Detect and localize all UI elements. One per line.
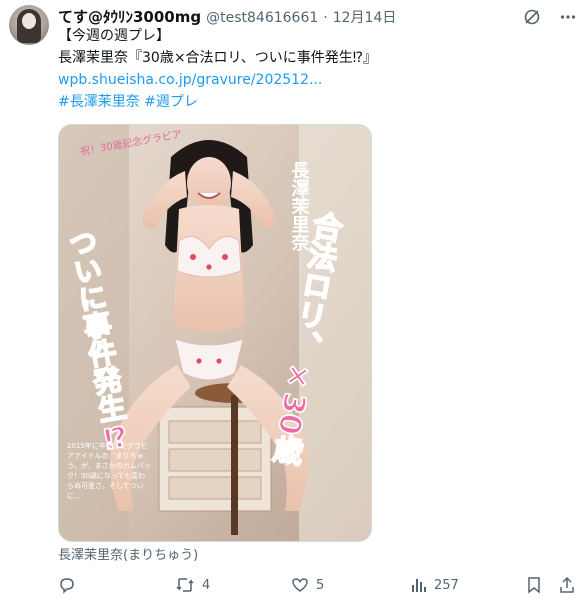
user-handle[interactable]: @test84616661: [206, 10, 318, 26]
share-button[interactable]: [558, 573, 576, 597]
action-bar: 4 5 257: [58, 573, 578, 597]
avatar[interactable]: [9, 5, 49, 45]
tweet-header: てす@ﾀｳﾘﾝ3000mg @test84616661 · 12月14日: [58, 6, 396, 26]
reply-icon: [60, 578, 74, 594]
views-count: 257: [434, 577, 459, 593]
reply-button[interactable]: [58, 573, 83, 597]
media-alt-text: 長澤茉里奈(まりちゅう): [58, 548, 199, 563]
tweet-link[interactable]: wpb.shueisha.co.jp/gravure/202512...: [58, 69, 568, 91]
retweet-icon: [176, 578, 194, 592]
avatar-face: [22, 13, 36, 29]
tweet-line-title: 長澤茉里奈『30歳×合法ロリ、ついに事件発生⁉』: [58, 50, 377, 66]
share-icon: [560, 576, 574, 593]
bookmark-button[interactable]: [526, 573, 542, 597]
media-illustration: 祝！30歳記念グラビア 長澤茉里奈 合法ロリ、×30歳 ついに事件発生⁉ 201…: [59, 125, 371, 541]
tweet-date[interactable]: 12月14日: [333, 7, 397, 27]
tweet-line-heading: 【今週の週プレ】: [58, 28, 170, 44]
like-button[interactable]: 5: [291, 573, 324, 597]
like-icon: [292, 578, 308, 592]
header-icons: [523, 8, 577, 26]
caption-small: 2015年に卒業したグラビアアイドルの〝まりちゅう〟が、まさかのカムバック！30…: [67, 442, 151, 500]
like-count: 5: [316, 577, 325, 593]
more-icon[interactable]: [559, 8, 577, 26]
views-icon: [412, 579, 426, 592]
media-image[interactable]: 祝！30歳記念グラビア 長澤茉里奈 合法ロリ、×30歳 ついに事件発生⁉ 201…: [58, 124, 372, 542]
separator-dot: ·: [323, 10, 328, 26]
retweet-button[interactable]: 4: [175, 573, 210, 597]
views-button[interactable]: 257: [409, 573, 459, 597]
grok-icon[interactable]: [523, 8, 541, 26]
tweet-hashtags[interactable]: #長澤茉里奈 #週プレ: [58, 91, 568, 113]
display-name[interactable]: てす@ﾀｳﾘﾝ3000mg: [58, 6, 201, 27]
bookmark-icon: [528, 577, 540, 594]
tweet-text: 【今週の週プレ】 長澤茉里奈『30歳×合法ロリ、ついに事件発生⁉』 wpb.sh…: [58, 25, 568, 113]
retweet-count: 4: [202, 577, 211, 593]
tweet[interactable]: てす@ﾀｳﾘﾝ3000mg @test84616661 · 12月14日 【今週…: [0, 0, 587, 603]
